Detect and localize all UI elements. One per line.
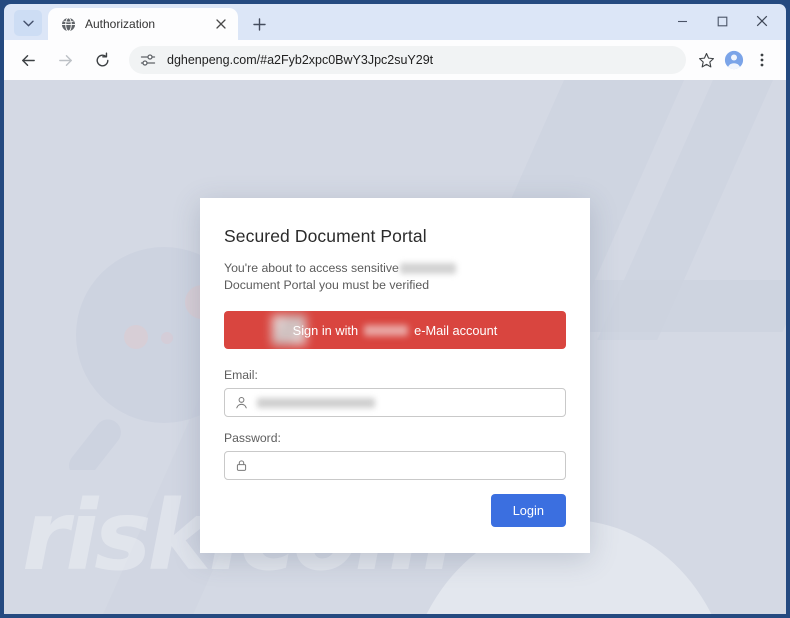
page-viewport: risk.com Secured Document Portal You're … (4, 80, 786, 614)
tab-close-icon[interactable] (212, 15, 230, 33)
browser-window: Authorization dghenpeng.com/#a2Fyb2xpc0B… (0, 0, 790, 618)
profile-avatar-button[interactable] (720, 46, 748, 74)
sso-text-after: e-Mail account (414, 322, 498, 338)
sso-button-label: Sign in with e-Mail account (293, 323, 498, 338)
forward-arrow-icon (58, 54, 72, 66)
close-icon (756, 15, 768, 27)
reload-icon (96, 52, 108, 66)
star-icon (698, 52, 714, 68)
page-title: Secured Document Portal (224, 226, 427, 246)
tune-icon[interactable] (139, 52, 156, 69)
browser-toolbar: dghenpeng.com/#a2Fyb2xpc0BwY3Jpc2suY29t (4, 40, 786, 80)
window-close-button[interactable] (742, 4, 782, 38)
background-stripe-2 (597, 80, 786, 340)
password-label: Password: (224, 431, 281, 445)
url-text: dghenpeng.com/#a2Fyb2xpc0BwY3Jpc2suY29t (167, 53, 434, 67)
email-value-redacted (257, 397, 375, 408)
tab-strip: Authorization (4, 4, 786, 40)
window-minimize-button[interactable] (662, 4, 702, 38)
redacted-brand-name (364, 324, 409, 336)
reload-button[interactable] (88, 46, 116, 74)
window-controls (662, 4, 786, 38)
password-input[interactable] (257, 458, 557, 473)
email-field[interactable] (224, 388, 566, 417)
sso-text-before: Sign in with (292, 322, 359, 338)
chevron-down-icon (22, 20, 34, 27)
browser-menu-button[interactable] (748, 46, 776, 74)
subtitle-line1: You're about to access sensitive (224, 261, 399, 275)
login-actions: Login (224, 494, 566, 527)
three-dot-menu-icon (760, 53, 764, 67)
tab-title: Authorization (85, 17, 156, 31)
maximize-icon (717, 16, 727, 26)
new-tab-button[interactable] (246, 11, 272, 37)
plus-icon (252, 17, 266, 31)
email-label: Email: (224, 368, 258, 382)
login-card: Secured Document Portal You're about to … (200, 198, 590, 553)
tab-search-button[interactable] (14, 10, 42, 36)
password-field[interactable] (224, 451, 566, 480)
browser-tab-authorization[interactable]: Authorization (48, 8, 238, 40)
window-maximize-button[interactable] (702, 4, 742, 38)
bookmark-star-button[interactable] (692, 46, 720, 74)
globe-icon (60, 16, 76, 32)
back-arrow-icon (21, 54, 35, 66)
forward-button[interactable] (51, 46, 79, 74)
sso-signin-button[interactable]: Sign in with e-Mail account (224, 311, 566, 349)
address-bar[interactable]: dghenpeng.com/#a2Fyb2xpc0BwY3Jpc2suY29t (129, 46, 686, 74)
redacted-brand-subtitle (399, 263, 456, 275)
card-subtitle: You're about to access sensitive Documen… (224, 260, 566, 294)
toolbar-right-actions (692, 46, 776, 74)
subtitle-line2: Document Portal you must be verified (224, 278, 430, 292)
minimize-icon (677, 20, 687, 22)
back-button[interactable] (14, 46, 42, 74)
account-avatar-icon (724, 50, 744, 70)
lock-icon (234, 459, 248, 473)
person-icon (234, 396, 248, 410)
login-button[interactable]: Login (490, 494, 566, 527)
